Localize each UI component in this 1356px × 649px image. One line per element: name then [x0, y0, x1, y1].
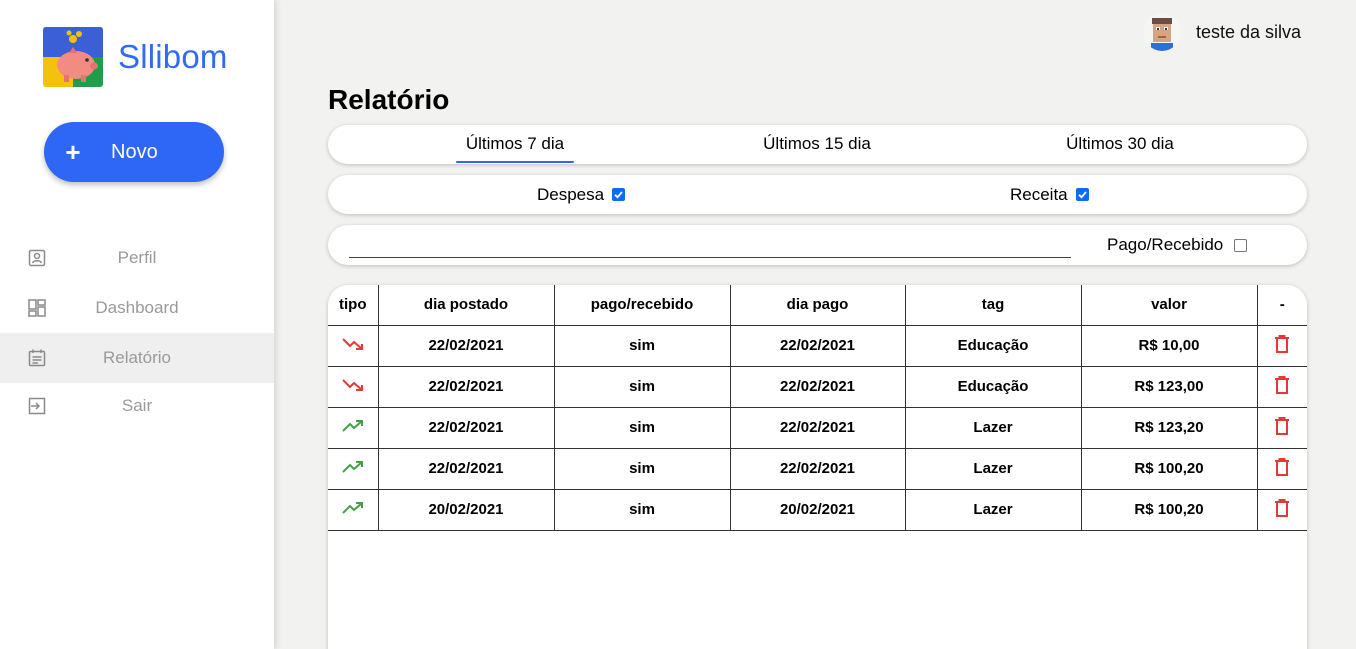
actions-cell: [1256, 366, 1307, 408]
receita-checkbox[interactable]: [1075, 188, 1089, 201]
report-icon: [27, 348, 47, 368]
pago-cell: sim: [553, 407, 730, 449]
receita-label: Receita: [1010, 184, 1068, 204]
active-tab-indicator: [456, 161, 574, 163]
trash-icon[interactable]: [1274, 334, 1290, 357]
despesa-label: Despesa: [537, 184, 605, 204]
piggy-bank-logo-icon: [43, 27, 103, 87]
type-filters: Despesa Receita: [328, 175, 1307, 214]
brand-logo[interactable]: Sllibom: [43, 27, 228, 87]
tag-cell: Educação: [904, 366, 1081, 408]
despesa-checkbox[interactable]: [612, 188, 626, 201]
logout-icon: [27, 396, 47, 416]
trash-icon[interactable]: [1274, 457, 1290, 480]
actions-cell: [1256, 448, 1307, 490]
transactions-table-card: tipo dia postado pago/recebido dia pago …: [328, 285, 1307, 649]
pago-recebido-filter[interactable]: Pago/Recebido: [1107, 225, 1248, 265]
pago-cell: sim: [553, 366, 730, 408]
tipo-cell: [328, 448, 378, 490]
page-title: Relatório: [328, 84, 450, 115]
tab-7-days[interactable]: Últimos 7 dia: [455, 125, 575, 164]
header-actions: -: [1256, 285, 1307, 326]
dia-postado-cell: 20/02/2021: [377, 489, 554, 531]
pago-cell: sim: [553, 448, 730, 490]
dia-pago-cell: 22/02/2021: [729, 325, 905, 367]
receita-filter[interactable]: Receita: [1010, 175, 1089, 214]
valor-cell: R$ 10,00: [1080, 325, 1257, 367]
actions-cell: [1256, 489, 1307, 531]
valor-cell: R$ 100,20: [1080, 489, 1257, 531]
dia-pago-cell: 22/02/2021: [729, 448, 905, 490]
user-menu[interactable]: teste da silva: [1143, 13, 1301, 51]
valor-cell: R$ 123,00: [1080, 366, 1257, 408]
dia-postado-cell: 22/02/2021: [377, 448, 554, 490]
trending-down-icon: [342, 378, 364, 396]
tipo-cell: [328, 489, 378, 531]
pago-cell: sim: [553, 489, 730, 531]
valor-cell: R$ 123,20: [1080, 407, 1257, 449]
trending-down-icon: [342, 337, 364, 355]
pago-recebido-checkbox[interactable]: [1234, 238, 1248, 252]
header-dia-pago: dia pago: [729, 285, 905, 326]
tipo-cell: [328, 325, 378, 367]
dia-pago-cell: 22/02/2021: [729, 407, 905, 449]
trash-icon[interactable]: [1274, 375, 1290, 398]
user-card-icon: [27, 248, 47, 268]
trash-icon[interactable]: [1274, 498, 1290, 521]
sidebar-nav: Perfil Dashboard Relatório Sair: [0, 233, 274, 428]
tipo-cell: [328, 366, 378, 408]
dia-pago-cell: 22/02/2021: [729, 366, 905, 408]
despesa-filter[interactable]: Despesa: [537, 175, 626, 214]
search-bar: Pago/Recebido: [328, 225, 1307, 265]
table-row: 22/02/2021 sim 22/02/2021 Lazer R$ 100,20: [328, 448, 1307, 490]
header-valor: valor: [1080, 285, 1257, 326]
period-tabs: Últimos 7 dia Últimos 15 dia Últimos 30 …: [328, 125, 1307, 164]
table-header-row: tipo dia postado pago/recebido dia pago …: [328, 285, 1307, 326]
trash-icon[interactable]: [1274, 416, 1290, 439]
dia-postado-cell: 22/02/2021: [377, 325, 554, 367]
header-tag: tag: [904, 285, 1081, 326]
sidebar-item-dashboard[interactable]: Dashboard: [0, 283, 274, 333]
tag-cell: Lazer: [904, 489, 1081, 531]
tag-cell: Lazer: [904, 407, 1081, 449]
tag-cell: Educação: [904, 325, 1081, 367]
actions-cell: [1256, 325, 1307, 367]
user-name: teste da silva: [1196, 21, 1302, 42]
trending-up-icon: [342, 419, 364, 437]
search-input[interactable]: [349, 235, 1071, 258]
dashboard-icon: [27, 298, 47, 318]
sidebar: Sllibom + Novo Perfil Dashboard Relatóri…: [0, 0, 274, 649]
trending-up-icon: [342, 460, 364, 478]
table-row: 22/02/2021 sim 22/02/2021 Educação R$ 10,00: [328, 325, 1307, 367]
avatar: [1143, 13, 1181, 51]
header-tipo: tipo: [328, 285, 378, 326]
dia-pago-cell: 20/02/2021: [729, 489, 905, 531]
new-button-label: Novo: [111, 140, 158, 163]
sidebar-item-perfil[interactable]: Perfil: [0, 233, 274, 283]
actions-cell: [1256, 407, 1307, 449]
header-pago-recebido: pago/recebido: [553, 285, 730, 326]
pago-cell: sim: [553, 325, 730, 367]
transactions-table: tipo dia postado pago/recebido dia pago …: [328, 285, 1307, 531]
tab-30-days[interactable]: Últimos 30 dia: [1058, 125, 1182, 164]
plus-icon: +: [65, 136, 81, 167]
table-row: 22/02/2021 sim 22/02/2021 Lazer R$ 123,20: [328, 407, 1307, 449]
new-button[interactable]: + Novo: [44, 122, 224, 182]
pago-recebido-label: Pago/Recebido: [1107, 235, 1224, 254]
tab-15-days[interactable]: Últimos 15 dia: [756, 125, 878, 164]
trending-up-icon: [342, 501, 364, 519]
table-row: 22/02/2021 sim 22/02/2021 Educação R$ 123,00: [328, 366, 1307, 408]
tipo-cell: [328, 407, 378, 449]
sidebar-item-relatorio[interactable]: Relatório: [0, 333, 274, 383]
tag-cell: Lazer: [904, 448, 1081, 490]
dia-postado-cell: 22/02/2021: [377, 407, 554, 449]
valor-cell: R$ 100,20: [1080, 448, 1257, 490]
table-row: 20/02/2021 sim 20/02/2021 Lazer R$ 100,20: [328, 489, 1307, 531]
dia-postado-cell: 22/02/2021: [377, 366, 554, 408]
brand-name: Sllibom: [118, 38, 228, 75]
sidebar-item-sair[interactable]: Sair: [0, 383, 274, 428]
header-dia-postado: dia postado: [377, 285, 554, 326]
